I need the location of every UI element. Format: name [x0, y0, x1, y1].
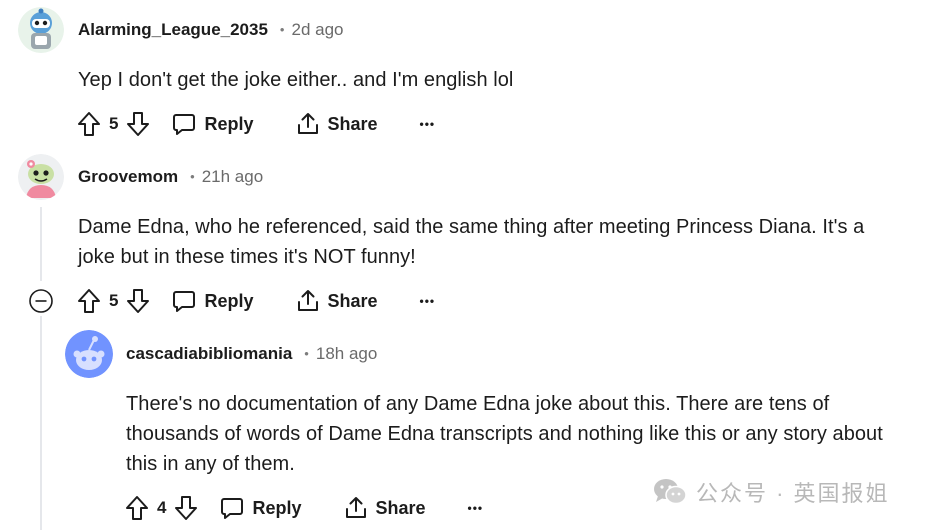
- username[interactable]: cascadiabibliomania: [126, 344, 292, 364]
- comment-body: Yep I don't get the joke either.. and I'…: [78, 65, 513, 95]
- comment-meta: cascadiabibliomania • 18h ago: [126, 344, 377, 364]
- meta-separator: •: [190, 168, 195, 184]
- share-icon: [296, 289, 320, 313]
- upvote-icon[interactable]: [125, 495, 149, 521]
- vote-count: 5: [109, 291, 119, 310]
- reply-label: Reply: [204, 113, 254, 134]
- share-icon: [296, 112, 320, 136]
- timestamp[interactable]: 2d ago: [291, 20, 343, 40]
- thread-line[interactable]: [40, 207, 42, 281]
- reply-button[interactable]: Reply: [172, 112, 254, 136]
- upvote-icon[interactable]: [77, 288, 101, 314]
- wechat-icon: [652, 477, 688, 507]
- username[interactable]: Alarming_League_2035: [78, 20, 268, 40]
- vote-count: 5: [109, 114, 119, 133]
- comment-line: joke but in these times it's NOT funny!: [78, 246, 416, 268]
- reply-button[interactable]: Reply: [172, 289, 254, 313]
- comment-line: Dame Edna, who he referenced, said the s…: [78, 216, 865, 238]
- comment-meta: Alarming_League_2035 • 2d ago: [78, 20, 343, 40]
- more-options-button[interactable]: •••: [468, 501, 484, 515]
- reply-label: Reply: [204, 290, 254, 311]
- share-label: Share: [327, 290, 378, 311]
- thread-line[interactable]: [40, 316, 42, 530]
- comment-line: this in any of them.: [126, 453, 295, 475]
- username[interactable]: Groovemom: [78, 167, 178, 187]
- more-options-button[interactable]: •••: [420, 294, 436, 308]
- comment-bubble-icon: [172, 289, 196, 313]
- comment-line: thousands of words of Dame Edna transcri…: [126, 423, 883, 445]
- watermark-text: 公众号 · 英国报姐: [696, 481, 890, 506]
- comment-actions: 5 Reply Share •••: [77, 285, 435, 317]
- comment-bubble-icon: [220, 496, 244, 520]
- watermark: 公众号 · 英国报姐: [652, 476, 890, 508]
- comment-actions: 5 Reply Share •••: [77, 108, 435, 140]
- share-icon: [344, 496, 368, 520]
- avatar[interactable]: [18, 7, 64, 53]
- more-options-button[interactable]: •••: [420, 117, 436, 131]
- share-button[interactable]: Share: [344, 496, 426, 520]
- meta-separator: •: [279, 21, 285, 37]
- avatar[interactable]: [18, 154, 64, 200]
- comment-line: Yep I don't get the joke either.. and I'…: [78, 69, 514, 91]
- comment-body: There's no documentation of any Dame Edn…: [126, 389, 883, 479]
- meta-separator: •: [304, 345, 309, 361]
- vote-count: 4: [157, 498, 167, 517]
- reply-button[interactable]: Reply: [220, 496, 302, 520]
- share-button[interactable]: Share: [296, 289, 378, 313]
- comment-meta: Groovemom • 21h ago: [78, 167, 263, 187]
- downvote-icon[interactable]: [174, 495, 198, 521]
- downvote-icon[interactable]: [126, 111, 150, 137]
- share-button[interactable]: Share: [296, 112, 378, 136]
- upvote-icon[interactable]: [77, 111, 101, 137]
- comment-actions: 4 Reply Share •••: [125, 492, 483, 524]
- share-label: Share: [375, 497, 426, 518]
- reply-label: Reply: [252, 497, 302, 518]
- comment-line: There's no documentation of any Dame Edn…: [126, 393, 830, 415]
- comment-body: Dame Edna, who he referenced, said the s…: [78, 212, 864, 272]
- collapse-thread-button[interactable]: [28, 288, 54, 314]
- timestamp[interactable]: 18h ago: [316, 344, 377, 364]
- avatar[interactable]: [65, 330, 113, 378]
- timestamp[interactable]: 21h ago: [202, 167, 263, 187]
- comment-bubble-icon: [172, 112, 196, 136]
- share-label: Share: [327, 113, 378, 134]
- downvote-icon[interactable]: [126, 288, 150, 314]
